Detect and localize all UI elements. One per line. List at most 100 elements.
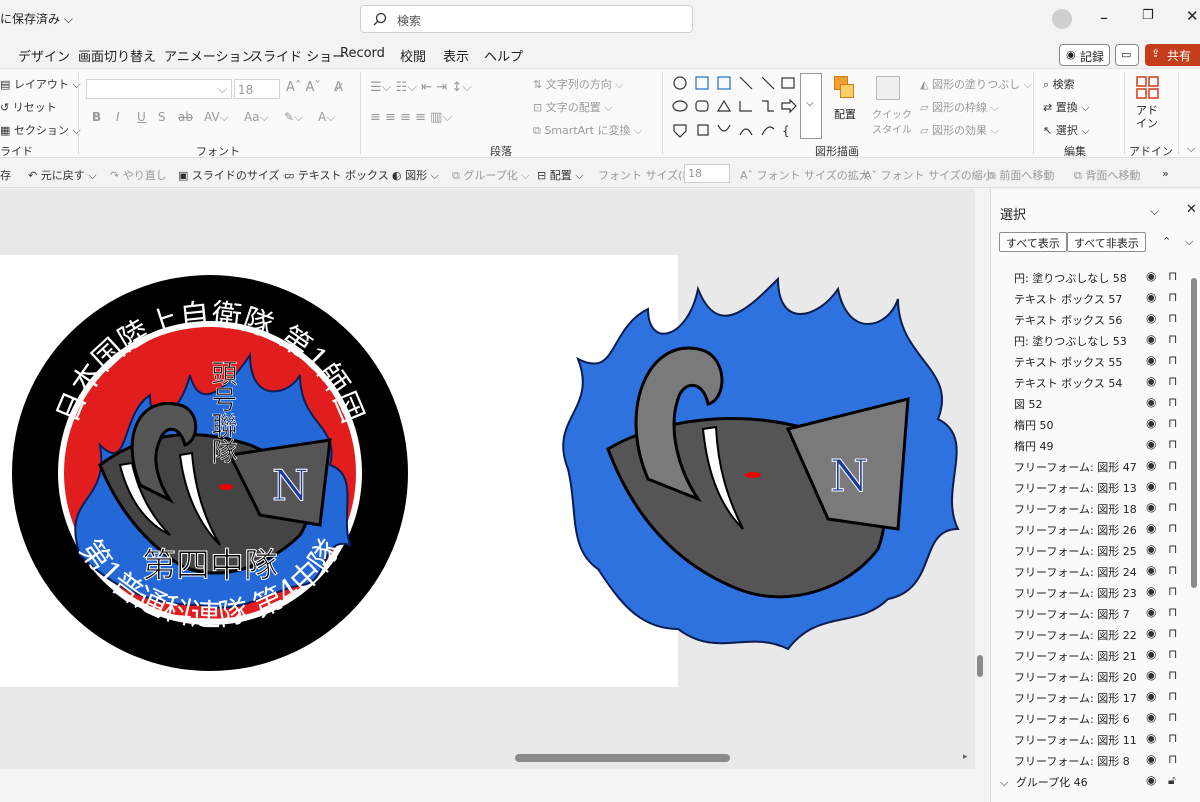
shape-effects-button[interactable]: ▱ 図形の効果 ⌵ — [920, 122, 999, 138]
slide-canvas[interactable]: N 日本国陸上自衛隊 第1師団 第1普通科連隊 第4中隊 頭号聯隊 第四中隊 N — [0, 189, 975, 769]
section-button[interactable]: ▦ セクション ⌵ — [0, 122, 81, 138]
visibility-eye-icon[interactable]: ◉ — [1146, 542, 1156, 556]
addins-button[interactable]: アド イン — [1130, 76, 1170, 136]
visibility-eye-icon[interactable]: ◉ — [1146, 626, 1156, 640]
visibility-eye-icon[interactable]: ◉ — [1146, 458, 1156, 472]
lock-icon[interactable]: ⊓ — [1168, 479, 1177, 493]
lock-icon[interactable]: ⊓ — [1168, 416, 1177, 430]
italic-icon[interactable]: I — [116, 110, 120, 124]
selection-item[interactable]: フリーフォーム: 図形 11 ◉ ⊓ — [1014, 731, 1194, 748]
selection-item[interactable]: 円: 塗りつぶしなし 53 ◉ ⊓ — [1014, 332, 1194, 349]
move-up-icon[interactable]: ⌃ — [1162, 235, 1171, 248]
spacing-icon[interactable]: AV⌵ — [204, 110, 229, 125]
selection-item[interactable]: 楕円 50 ◉ ⊓ — [1014, 416, 1194, 433]
selection-item[interactable]: フリーフォーム: 図形 17 ◉ ⊓ — [1014, 689, 1194, 706]
move-down-icon[interactable]: ⌵ — [1185, 235, 1193, 249]
shapes-gallery[interactable]: { — [668, 73, 818, 139]
font-size-combo[interactable]: 18 — [234, 79, 280, 99]
scroll-right-icon[interactable]: ▸ — [963, 752, 968, 762]
lock-icon[interactable]: ⊓ — [1168, 521, 1177, 535]
group-row[interactable]: ⌵ グループ化 46 ◉ 🔓︎ — [1000, 773, 1180, 790]
visibility-eye-icon[interactable]: ◉ — [1146, 731, 1156, 745]
visibility-eye-icon[interactable]: ◉ — [1146, 311, 1156, 325]
share-button[interactable]: ⇪ 共有 — [1145, 44, 1200, 66]
minimize-icon[interactable]: – — [1100, 8, 1108, 27]
lock-icon[interactable]: ⊓ — [1168, 458, 1177, 472]
visibility-eye-icon[interactable]: ◉ — [1146, 353, 1156, 367]
selection-item[interactable]: フリーフォーム: 図形 24 ◉ ⊓ — [1014, 563, 1194, 580]
clear-format-icon[interactable]: A̷ — [334, 80, 343, 95]
lock-icon[interactable]: ⊓ — [1168, 332, 1177, 346]
selection-item[interactable]: フリーフォーム: 図形 18 ◉ ⊓ — [1014, 500, 1194, 517]
redo-button[interactable]: ↷ やり直し — [110, 167, 167, 183]
lock-icon[interactable]: ⊓ — [1168, 542, 1177, 556]
group-button[interactable]: ⧉ グループ化 ⌵ — [452, 167, 530, 183]
highlight-icon[interactable]: ✎⌵ — [284, 110, 303, 125]
visibility-eye-icon[interactable]: ◉ — [1146, 521, 1156, 535]
tab-record[interactable]: Record — [340, 46, 385, 61]
selection-item[interactable]: 図 52 ◉ ⊓ — [1014, 395, 1194, 412]
show-all-button[interactable]: すべて表示 — [999, 232, 1067, 252]
visibility-eye-icon[interactable]: ◉ — [1146, 605, 1156, 619]
selection-item[interactable]: フリーフォーム: 図形 21 ◉ ⊓ — [1014, 647, 1194, 664]
slide-size-button[interactable]: ▣ スライドのサイズ ⌵ — [178, 167, 291, 183]
save-button[interactable]: 存 — [0, 167, 11, 183]
replace-button[interactable]: ⇄ 置換 ⌵ — [1043, 99, 1090, 115]
visibility-eye-icon[interactable]: ◉ — [1146, 647, 1156, 661]
lock-icon[interactable]: ⊓ — [1168, 374, 1177, 388]
canvas-horizontal-scrollbar[interactable] — [515, 754, 730, 762]
selection-item[interactable]: フリーフォーム: 図形 6 ◉ ⊓ — [1014, 710, 1194, 727]
selection-item[interactable]: フリーフォーム: 図形 23 ◉ ⊓ — [1014, 584, 1194, 601]
tab-design[interactable]: デザイン — [18, 46, 70, 65]
grow-font-icon[interactable]: Aˆ Aˇ — [286, 80, 321, 95]
lock-icon[interactable]: ⊓ — [1168, 605, 1177, 619]
visibility-eye-icon[interactable]: ◉ — [1146, 563, 1156, 577]
text-direction-button[interactable]: ⇅ 文字列の方向 ⌵ — [533, 76, 624, 92]
lock-icon[interactable]: 🔓︎ — [1168, 773, 1176, 788]
find-button[interactable]: ⌕ 検索 — [1043, 76, 1075, 92]
send-backward-button[interactable]: ⧉ 背面へ移動 — [1074, 167, 1140, 183]
selection-item[interactable]: 楕円 49 ◉ ⊓ — [1014, 437, 1194, 454]
lock-icon[interactable]: ⊓ — [1168, 584, 1177, 598]
visibility-eye-icon[interactable]: ◉ — [1146, 395, 1156, 409]
lock-icon[interactable]: ⊓ — [1168, 290, 1177, 304]
lock-icon[interactable]: ⊓ — [1168, 647, 1177, 661]
lock-icon[interactable]: ⊓ — [1168, 311, 1177, 325]
lock-icon[interactable]: ⊓ — [1168, 731, 1177, 745]
tab-slideshow[interactable]: スライド ショー — [250, 46, 345, 65]
selection-item[interactable]: フリーフォーム: 図形 26 ◉ ⊓ — [1014, 521, 1194, 538]
elephant-shape-group[interactable]: N — [538, 269, 970, 669]
font-color-icon[interactable]: A⌵ — [318, 110, 335, 125]
lock-icon[interactable]: ⊓ — [1168, 668, 1177, 682]
selection-item[interactable]: フリーフォーム: 図形 13 ◉ ⊓ — [1014, 479, 1194, 496]
align-text-button[interactable]: ⊡ 文字の配置 ⌵ — [533, 99, 613, 115]
shape-fill-button[interactable]: ◭ 図形の塗りつぶし ⌵ — [920, 76, 1032, 92]
tab-animations[interactable]: アニメーション — [164, 46, 254, 65]
chevron-down-icon[interactable]: ⌵ — [1150, 204, 1159, 219]
selection-item[interactable]: フリーフォーム: 図形 8 ◉ ⊓ — [1014, 752, 1194, 769]
selection-item[interactable]: テキスト ボックス 57 ◉ ⊓ — [1014, 290, 1194, 307]
visibility-eye-icon[interactable]: ◉ — [1146, 689, 1156, 703]
lock-icon[interactable]: ⊓ — [1168, 395, 1177, 409]
visibility-eye-icon[interactable]: ◉ — [1146, 416, 1156, 430]
search-box[interactable]: 検索 — [360, 5, 693, 33]
tab-help[interactable]: ヘルプ — [484, 46, 523, 65]
layout-button[interactable]: ▤ レイアウト ⌵ — [0, 76, 81, 92]
visibility-eye-icon[interactable]: ◉ — [1146, 374, 1156, 388]
selection-item[interactable]: テキスト ボックス 54 ◉ ⊓ — [1014, 374, 1194, 391]
record-button[interactable]: ◉ 記録 — [1059, 44, 1110, 66]
smartart-button[interactable]: ⧉ SmartArt に変換 ⌵ — [533, 122, 642, 138]
tab-review[interactable]: 校閲 — [400, 46, 426, 65]
lock-icon[interactable]: ⊓ — [1168, 563, 1177, 577]
visibility-eye-icon[interactable]: ◉ — [1146, 752, 1156, 766]
selection-item[interactable]: 円: 塗りつぶしなし 58 ◉ ⊓ — [1014, 269, 1194, 286]
case-icon[interactable]: Aa⌵ — [244, 110, 269, 125]
qat-font-size-field[interactable]: 18 — [684, 164, 730, 183]
font-name-combo[interactable]: ⌵ — [86, 79, 232, 99]
visibility-eye-icon[interactable]: ◉ — [1146, 710, 1156, 724]
selection-item[interactable]: フリーフォーム: 図形 7 ◉ ⊓ — [1014, 605, 1194, 622]
restore-icon[interactable]: ❐ — [1142, 8, 1154, 23]
shrink-font-button[interactable]: Aˇ フォント サイズの縮小 — [864, 167, 994, 183]
canvas-vertical-scrollbar[interactable] — [977, 655, 983, 677]
save-status[interactable]: に保存済み ⌵ — [0, 10, 73, 27]
